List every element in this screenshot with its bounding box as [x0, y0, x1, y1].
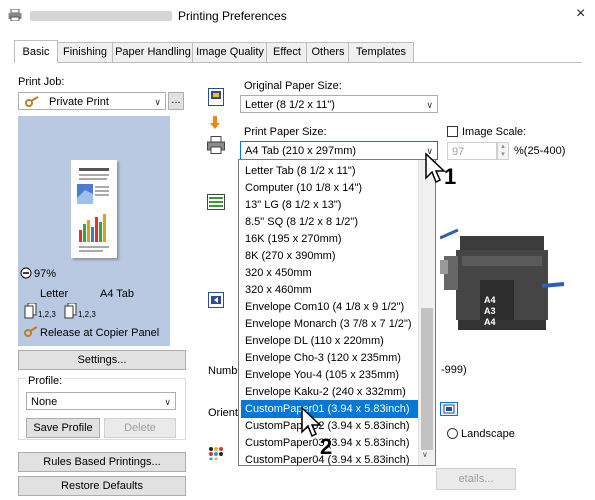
tray-label-2: A3: [484, 306, 496, 316]
callout-step-1: 1: [444, 164, 457, 189]
print-size-select[interactable]: A4 Tab (210 x 297mm) ∨: [240, 141, 438, 160]
tab-strip-border: [14, 62, 582, 63]
list-item[interactable]: 13" LG (8 1/2 x 13"): [241, 196, 419, 214]
mfp-printer-illustration: [440, 228, 565, 330]
profile-label: Profile:: [26, 375, 65, 387]
tab-image-quality[interactable]: Image Quality: [192, 42, 268, 62]
orientation-option-icon[interactable]: [440, 402, 458, 416]
tray-label-3: A4: [484, 317, 496, 327]
print-job-value: Private Print: [49, 96, 109, 108]
zoom-percent: 97%: [34, 268, 57, 280]
window-title: Printing Preferences: [178, 9, 287, 23]
original-paper-icon: [208, 88, 224, 106]
list-item[interactable]: 16K (195 x 270mm): [241, 230, 419, 248]
tab-effect[interactable]: Effect: [266, 42, 308, 62]
original-size-select[interactable]: Letter (8 1/2 x 11") ∨: [240, 95, 438, 113]
scrollbar-thumb[interactable]: [421, 308, 433, 450]
printer-name-redacted: [30, 11, 172, 21]
list-item[interactable]: Envelope DL (110 x 220mm): [241, 332, 419, 350]
image-scale-checkbox[interactable]: [447, 126, 458, 137]
details-button[interactable]: etails...: [436, 468, 516, 490]
tab-basic[interactable]: Basic: [14, 40, 58, 63]
original-size-value: Letter (8 1/2 x 11"): [245, 99, 335, 111]
callout-step-2: 2: [320, 434, 333, 459]
key-icon: [24, 326, 38, 337]
printer-icon: [207, 136, 225, 154]
collate-icon-a: [24, 303, 37, 319]
key-icon: [25, 96, 39, 107]
list-item[interactable]: CustomPaper02 (3.94 x 5.83inch): [241, 417, 419, 435]
mouse-cursor-icon: [301, 406, 322, 438]
print-size-short: A4 Tab: [100, 288, 135, 300]
print-job-select[interactable]: Private Print ∨: [18, 92, 166, 110]
list-item[interactable]: Envelope Cho-3 (120 x 235mm): [241, 349, 419, 367]
collate-text-b: 1,2,3: [78, 310, 96, 319]
profile-select[interactable]: None ∨: [26, 392, 176, 410]
close-button[interactable]: ×: [576, 5, 585, 23]
settings-button[interactable]: Settings...: [18, 350, 186, 370]
original-size-short: Letter: [40, 288, 69, 300]
image-scale-range: %(25-400): [514, 145, 566, 157]
preview-image-icon: [77, 184, 93, 204]
output-tray-icon: [208, 292, 224, 308]
printer-app-icon: [8, 9, 22, 21]
collate-text-a: 1,2,3: [38, 310, 56, 319]
zoom-out-icon: [20, 267, 32, 279]
original-size-label: Original Paper Size:: [244, 80, 342, 92]
image-scale-label: Image Scale:: [462, 126, 527, 138]
release-at-panel-text: Release at Copier Panel: [40, 327, 160, 339]
dropdown-scrollbar[interactable]: ∨: [418, 160, 435, 465]
list-item[interactable]: Envelope You-4 (105 x 235mm): [241, 366, 419, 384]
list-item[interactable]: 320 x 450mm: [241, 264, 419, 282]
landscape-label: Landscape: [461, 428, 515, 440]
delete-profile-button[interactable]: Delete: [104, 418, 176, 438]
scroll-down-arrow-icon[interactable]: ∨: [422, 450, 428, 459]
profile-value: None: [31, 396, 58, 408]
print-size-value: A4 Tab (210 x 297mm): [245, 145, 357, 157]
copies-range: -999): [441, 364, 467, 376]
list-item[interactable]: 8K (270 x 390mm): [241, 247, 419, 265]
arrow-down-icon: [210, 116, 220, 129]
color-dots-icon: [209, 447, 223, 460]
print-job-more-button[interactable]: ...: [168, 92, 184, 110]
tab-templates[interactable]: Templates: [348, 42, 414, 62]
orientation-label: Orient: [208, 407, 238, 419]
collate-icon-b: [64, 303, 77, 319]
rules-based-printings-button[interactable]: Rules Based Printings...: [18, 452, 186, 472]
list-item[interactable]: Envelope Monarch (3 7/8 x 7 1/2"): [241, 315, 419, 333]
print-size-label: Print Paper Size:: [244, 126, 327, 138]
tab-finishing[interactable]: Finishing: [56, 42, 114, 62]
preview-page-icon: [71, 160, 117, 258]
list-item[interactable]: 8.5" SQ (8 1/2 x 8 1/2"): [241, 213, 419, 231]
list-item[interactable]: Envelope Kaku-2 (240 x 332mm): [241, 383, 419, 401]
print-job-label: Print Job:: [18, 76, 65, 88]
print-paper-size-dropdown-list: Letter Tab (8 1/2 x 11") Computer (10 1/…: [238, 159, 436, 466]
image-scale-input[interactable]: 97: [447, 142, 497, 160]
list-item-selected[interactable]: CustomPaper01 (3.94 x 5.83inch): [241, 400, 419, 418]
image-scale-spinner[interactable]: ▴ ▾: [497, 142, 509, 160]
title-bar: Printing Preferences ×: [0, 0, 595, 32]
list-item[interactable]: Computer (10 1/8 x 14"): [241, 179, 419, 197]
preview-chart-icon: [79, 214, 106, 242]
list-item[interactable]: Letter Tab (8 1/2 x 11"): [241, 162, 419, 180]
tab-paper-handling[interactable]: Paper Handling: [112, 42, 194, 62]
list-item[interactable]: 320 x 460mm: [241, 281, 419, 299]
mouse-cursor-icon: [425, 152, 446, 184]
chevron-down-icon: ∨: [164, 397, 171, 407]
chevron-down-icon: ∨: [426, 100, 433, 110]
paper-tray-icon: [207, 194, 225, 210]
number-of-copies-label: Numb: [208, 365, 238, 377]
save-profile-button[interactable]: Save Profile: [26, 418, 100, 438]
chevron-down-icon: ∨: [154, 97, 161, 107]
tab-others[interactable]: Others: [306, 42, 350, 62]
list-item[interactable]: Envelope Com10 (4 1/8 x 9 1/2"): [241, 298, 419, 316]
tray-label-1: A4: [484, 295, 496, 305]
restore-defaults-button[interactable]: Restore Defaults: [18, 476, 186, 496]
landscape-radio[interactable]: [447, 428, 458, 439]
